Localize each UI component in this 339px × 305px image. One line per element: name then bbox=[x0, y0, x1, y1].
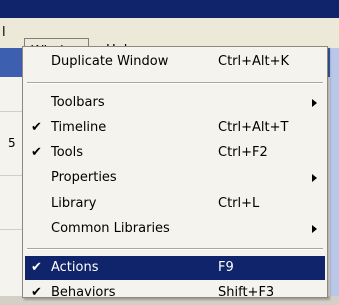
menu-item-common-libraries[interactable]: Common Libraries bbox=[25, 217, 325, 241]
submenu-arrow-icon bbox=[312, 174, 317, 182]
app-title-bar bbox=[0, 0, 339, 18]
menu-item-library[interactable]: Library Ctrl+L bbox=[25, 192, 325, 216]
check-icon: ✔ bbox=[31, 285, 42, 300]
menu-item-shortcut: F9 bbox=[218, 260, 234, 275]
submenu-arrow-icon bbox=[312, 99, 317, 107]
menu-item-toolbars[interactable]: Toolbars bbox=[25, 91, 325, 115]
menu-separator bbox=[27, 82, 323, 84]
menu-item-label: Tools bbox=[51, 145, 84, 160]
frame-number: 5 bbox=[8, 136, 16, 150]
menu-item-tools[interactable]: ✔ Tools Ctrl+F2 bbox=[25, 141, 325, 165]
window-menu-dropdown: Duplicate Window Ctrl+Alt+K Toolbars ✔ T… bbox=[22, 46, 328, 300]
grid-line bbox=[0, 111, 22, 112]
check-icon: ✔ bbox=[31, 145, 42, 160]
menu-item-duplicate-window[interactable]: Duplicate Window Ctrl+Alt+K bbox=[25, 50, 325, 74]
menu-item-shortcut: Ctrl+F2 bbox=[218, 145, 268, 160]
check-icon: ✔ bbox=[31, 120, 42, 135]
menu-item-label: Behaviors bbox=[51, 285, 116, 300]
timeline-side-panel bbox=[0, 77, 23, 296]
menu-item-label: Timeline bbox=[51, 120, 107, 135]
menu-item-shortcut: Ctrl+Alt+T bbox=[218, 120, 289, 135]
grid-line bbox=[0, 175, 22, 176]
menu-item-properties[interactable]: Properties bbox=[25, 166, 325, 190]
grid-line bbox=[0, 229, 22, 230]
menu-item-actions[interactable]: ✔ Actions F9 bbox=[25, 256, 325, 280]
check-icon: ✔ bbox=[31, 260, 42, 275]
menu-item-shortcut: Ctrl+Alt+K bbox=[218, 54, 290, 69]
menu-separator bbox=[27, 248, 323, 250]
menu-item-label: Toolbars bbox=[51, 95, 105, 110]
menu-item-shortcut: Shift+F3 bbox=[218, 285, 275, 300]
menu-item-label: Actions bbox=[51, 260, 99, 275]
menu-bar-left-fragment: l bbox=[2, 25, 6, 40]
menu-item-behaviors[interactable]: ✔ Behaviors Shift+F3 bbox=[25, 281, 325, 305]
right-panel-strip bbox=[330, 48, 339, 296]
submenu-arrow-icon bbox=[312, 225, 317, 233]
menu-item-shortcut: Ctrl+L bbox=[218, 196, 260, 211]
menu-item-label: Duplicate Window bbox=[51, 54, 169, 69]
menu-item-timeline[interactable]: ✔ Timeline Ctrl+Alt+T bbox=[25, 116, 325, 140]
menu-item-label: Library bbox=[51, 196, 97, 211]
menu-bar: l Window Help bbox=[0, 18, 339, 64]
menu-item-label: Properties bbox=[51, 170, 117, 185]
menu-item-label: Common Libraries bbox=[51, 221, 170, 236]
